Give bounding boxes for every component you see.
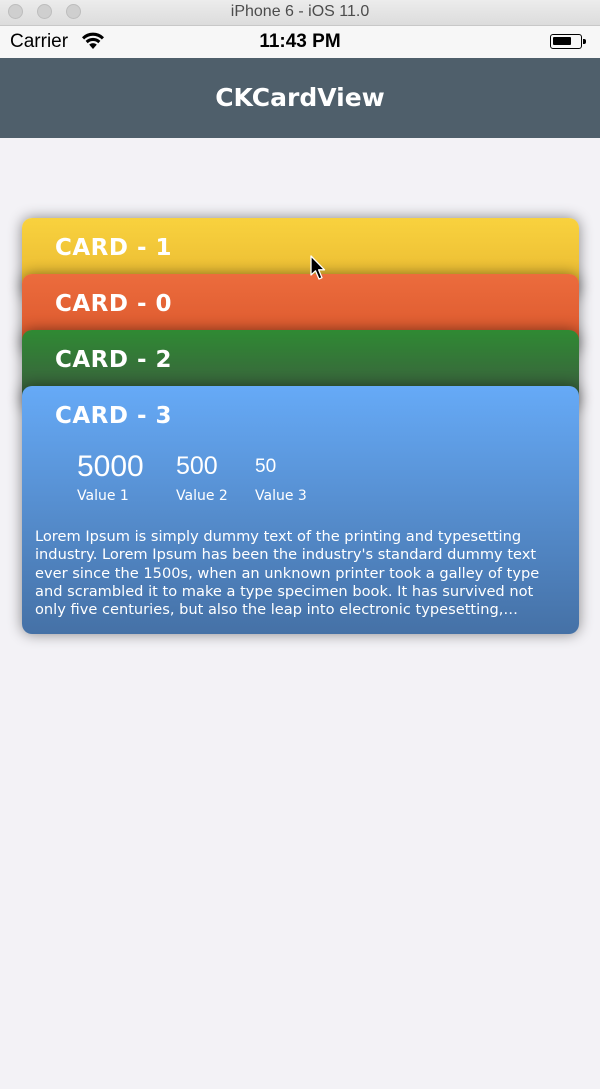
value-label: Value 2 [176,488,228,504]
value-3: 50 Value 3 [255,456,307,504]
status-bar: Carrier 11:43 PM [0,26,600,58]
simulator-title-bar: iPhone 6 - iOS 11.0 [0,0,600,26]
value-number: 50 [255,456,277,477]
value-number: 5000 [77,450,144,483]
navigation-bar: CKCardView [0,58,600,138]
card-title: CARD - 0 [55,291,173,317]
value-number: 500 [176,452,218,480]
card-description: Lorem Ipsum is simply dummy text of the … [35,528,540,619]
value-2: 500 Value 2 [176,452,228,504]
page-title: CKCardView [215,83,385,112]
value-label: Value 3 [255,488,307,504]
card-title: CARD - 2 [55,347,173,373]
battery-icon [550,34,586,49]
card-title: CARD - 3 [55,403,173,429]
value-1: 5000 Value 1 [77,450,144,504]
card-title: CARD - 1 [55,235,173,261]
mouse-cursor-icon [310,255,328,285]
card-3[interactable]: CARD - 3 5000 Value 1 500 Value 2 50 Val… [22,386,579,634]
value-label: Value 1 [77,488,129,504]
simulator-title: iPhone 6 - iOS 11.0 [230,3,370,20]
clock: 11:43 PM [259,31,341,52]
